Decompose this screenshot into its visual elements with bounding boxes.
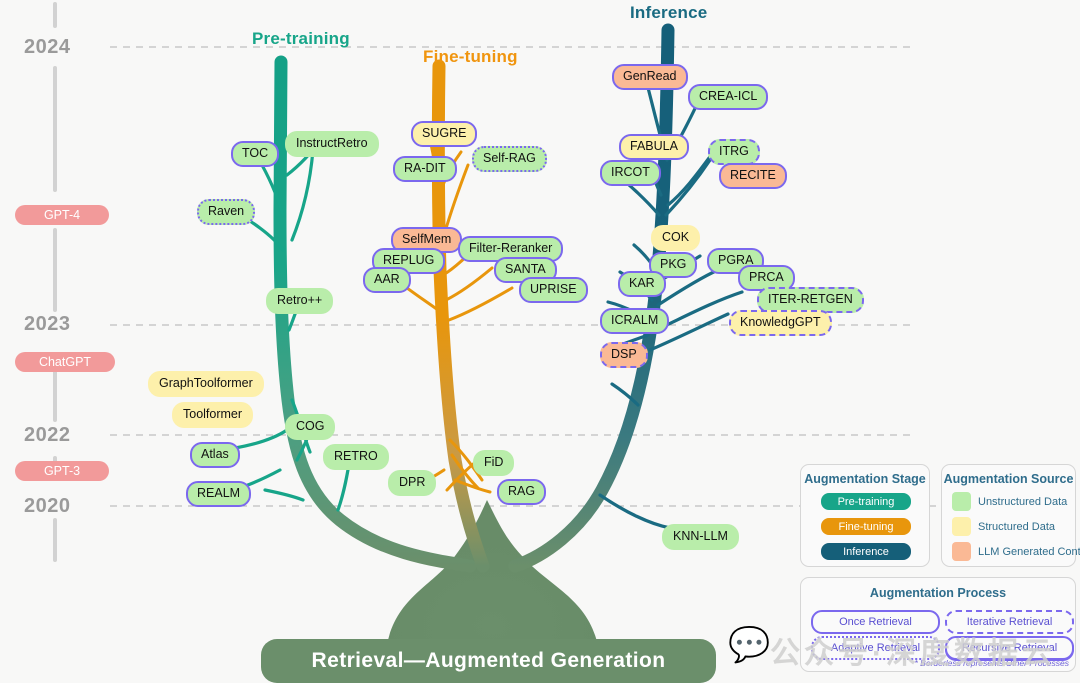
method-node[interactable]: AAR bbox=[363, 267, 411, 293]
method-node[interactable]: Raven bbox=[197, 199, 256, 225]
year-label-2023: 2023 bbox=[24, 313, 71, 335]
model-pill-gpt4: GPT-4 bbox=[15, 205, 109, 225]
branch-title-finetuning: Fine-tuning bbox=[423, 47, 518, 66]
year-label-2020: 2020 bbox=[24, 495, 71, 517]
legend-stage-finetuning: Fine-tuning bbox=[821, 518, 911, 535]
method-node[interactable]: UPRISE bbox=[519, 277, 588, 303]
year-label-2024: 2024 bbox=[24, 36, 71, 58]
branch-title-pretraining: Pre-training bbox=[252, 29, 350, 48]
legend-source-label-llm: LLM Generated Content bbox=[978, 546, 1080, 558]
method-node[interactable]: GenRead bbox=[612, 64, 688, 90]
method-node[interactable]: Retro++ bbox=[266, 288, 334, 314]
wechat-icon: 💬 bbox=[728, 626, 771, 664]
method-node[interactable]: DPR bbox=[388, 470, 437, 496]
method-node[interactable]: GraphToolformer bbox=[148, 371, 264, 397]
legend-source-title: Augmentation Source bbox=[943, 472, 1074, 486]
model-pill-gpt3: GPT-3 bbox=[15, 461, 109, 481]
method-node[interactable]: Self-RAG bbox=[472, 146, 547, 172]
method-node[interactable]: DSP bbox=[600, 342, 648, 368]
method-node[interactable]: FABULA bbox=[619, 134, 689, 160]
branch-title-inference: Inference bbox=[630, 3, 708, 22]
legend-source-label-unstructured: Unstructured Data bbox=[978, 496, 1068, 508]
method-node[interactable]: Atlas bbox=[190, 442, 240, 468]
method-node[interactable]: RAG bbox=[497, 479, 547, 505]
method-node[interactable]: COK bbox=[651, 225, 701, 251]
method-node[interactable]: TOC bbox=[231, 141, 280, 167]
year-label-2022: 2022 bbox=[24, 424, 71, 446]
method-node[interactable]: Toolformer bbox=[172, 402, 254, 428]
legend-augmentation-stage: Augmentation Stage Pre-training Fine-tun… bbox=[800, 464, 930, 567]
method-node[interactable]: CREA-ICL bbox=[688, 84, 769, 110]
method-node[interactable]: SUGRE bbox=[411, 121, 478, 147]
method-node[interactable]: RA-DIT bbox=[393, 156, 457, 182]
method-node[interactable]: KnowledgGPT bbox=[729, 310, 832, 336]
method-node[interactable]: ITER-RETGEN bbox=[757, 287, 864, 313]
diagram-canvas: 2024 GPT-4 2023 ChatGPT 2022 GPT-3 2020 … bbox=[0, 0, 1080, 683]
method-node[interactable]: KAR bbox=[618, 271, 666, 297]
method-node[interactable]: FiD bbox=[473, 450, 515, 476]
legend-stage-title: Augmentation Stage bbox=[804, 472, 926, 486]
method-node[interactable]: RECITE bbox=[719, 163, 787, 189]
model-pill-chatgpt: ChatGPT bbox=[15, 352, 115, 372]
legend-source-swatch-llm bbox=[952, 542, 971, 561]
watermark-text: 公众号·深度数据云 bbox=[770, 637, 1056, 670]
legend-source-swatch-structured bbox=[952, 517, 971, 536]
method-node[interactable]: InstructRetro bbox=[285, 131, 379, 157]
method-node[interactable]: ITRG bbox=[708, 139, 760, 165]
method-node[interactable]: KNN-LLM bbox=[662, 524, 739, 550]
legend-process-title: Augmentation Process bbox=[869, 586, 1007, 600]
method-node[interactable]: IRCOT bbox=[600, 160, 661, 186]
method-node[interactable]: ICRALM bbox=[600, 308, 670, 334]
legend-stage-pretraining: Pre-training bbox=[821, 493, 911, 510]
method-node[interactable]: COG bbox=[285, 414, 336, 440]
legend-source-label-structured: Structured Data bbox=[978, 521, 1056, 533]
method-node[interactable]: RETRO bbox=[323, 444, 389, 470]
legend-stage-inference: Inference bbox=[821, 543, 911, 560]
legend-augmentation-source: Augmentation Source Unstructured Data St… bbox=[941, 464, 1080, 567]
legend-source-swatch-unstructured bbox=[952, 492, 971, 511]
root-title-box: Retrieval—Augmented Generation bbox=[261, 639, 716, 683]
method-node[interactable]: REALM bbox=[186, 481, 252, 507]
